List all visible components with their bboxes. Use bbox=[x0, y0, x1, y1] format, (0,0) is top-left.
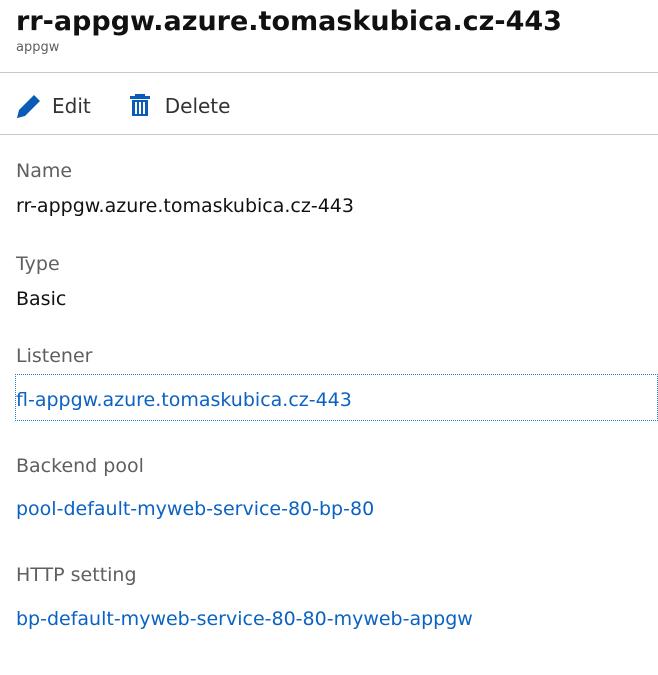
trash-icon bbox=[127, 91, 157, 121]
name-value: rr-appgw.azure.tomaskubica.cz-443 bbox=[16, 195, 354, 217]
edit-button[interactable]: Edit bbox=[14, 88, 91, 124]
edit-label: Edit bbox=[52, 94, 91, 118]
delete-label: Delete bbox=[164, 94, 231, 118]
header-divider bbox=[0, 72, 658, 73]
delete-button[interactable]: Delete bbox=[127, 88, 231, 124]
page-header: rr-appgw.azure.tomaskubica.cz-443 appgw bbox=[16, 4, 562, 56]
listener-link[interactable]: fl-appgw.azure.tomaskubica.cz-443 bbox=[16, 388, 352, 412]
http-setting-label: HTTP setting bbox=[16, 564, 137, 586]
pencil-icon bbox=[14, 91, 44, 121]
command-bar: Edit Delete bbox=[14, 88, 230, 124]
http-setting-link[interactable]: bp-default-myweb-service-80-80-myweb-app… bbox=[16, 607, 473, 631]
page-subtitle: appgw bbox=[16, 40, 60, 55]
type-label: Type bbox=[16, 253, 60, 275]
page-title: rr-appgw.azure.tomaskubica.cz-443 bbox=[16, 6, 562, 37]
name-label: Name bbox=[16, 160, 73, 182]
backend-pool-link[interactable]: pool-default-myweb-service-80-bp-80 bbox=[16, 497, 374, 521]
rule-detail-panel: rr-appgw.azure.tomaskubica.cz-443 appgw … bbox=[0, 0, 658, 675]
toolbar-divider bbox=[0, 134, 658, 135]
listener-label: Listener bbox=[16, 345, 93, 367]
type-value: Basic bbox=[16, 288, 67, 310]
backend-pool-label: Backend pool bbox=[16, 455, 144, 477]
